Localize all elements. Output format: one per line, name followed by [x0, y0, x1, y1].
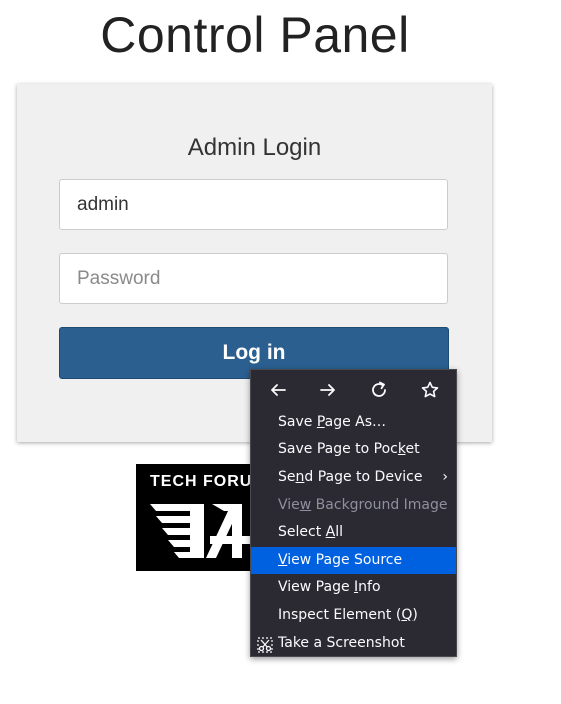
screenshot-scissors-icon	[257, 636, 273, 653]
forward-arrow-icon[interactable]	[313, 375, 343, 405]
menu-item-view-page-source[interactable]: View Page Source	[251, 547, 456, 574]
menu-item-save-page-to-pocket[interactable]: Save Page to Pocket	[251, 436, 456, 463]
page-title: Control Panel	[100, 7, 410, 63]
menu-item-inspect-element[interactable]: Inspect Element (Q)	[251, 602, 456, 629]
login-heading: Admin Login	[187, 134, 322, 161]
context-menu-nav	[251, 370, 456, 408]
context-menu: Save Page As… Save Page to Pocket Send P…	[250, 369, 457, 657]
menu-item-take-a-screenshot[interactable]: Take a Screenshot	[251, 630, 456, 657]
bookmark-star-icon[interactable]	[415, 375, 445, 405]
menu-item-select-all[interactable]: Select All	[251, 519, 456, 546]
reload-icon[interactable]	[364, 375, 394, 405]
username-field[interactable]	[59, 179, 448, 230]
menu-item-save-page-as[interactable]: Save Page As…	[251, 409, 456, 436]
tech-forum-logo[interactable]: TECH FORUM	[136, 464, 252, 571]
logo-emblem	[150, 504, 252, 558]
menu-item-view-page-info[interactable]: View Page Info	[251, 574, 456, 601]
menu-item-send-page-to-device[interactable]: Send Page to Device ›	[251, 464, 456, 491]
menu-item-view-background-image: View Background Image	[278, 497, 448, 513]
chevron-right-icon: ›	[442, 469, 448, 485]
password-field[interactable]	[59, 253, 448, 304]
back-arrow-icon[interactable]	[263, 375, 293, 405]
